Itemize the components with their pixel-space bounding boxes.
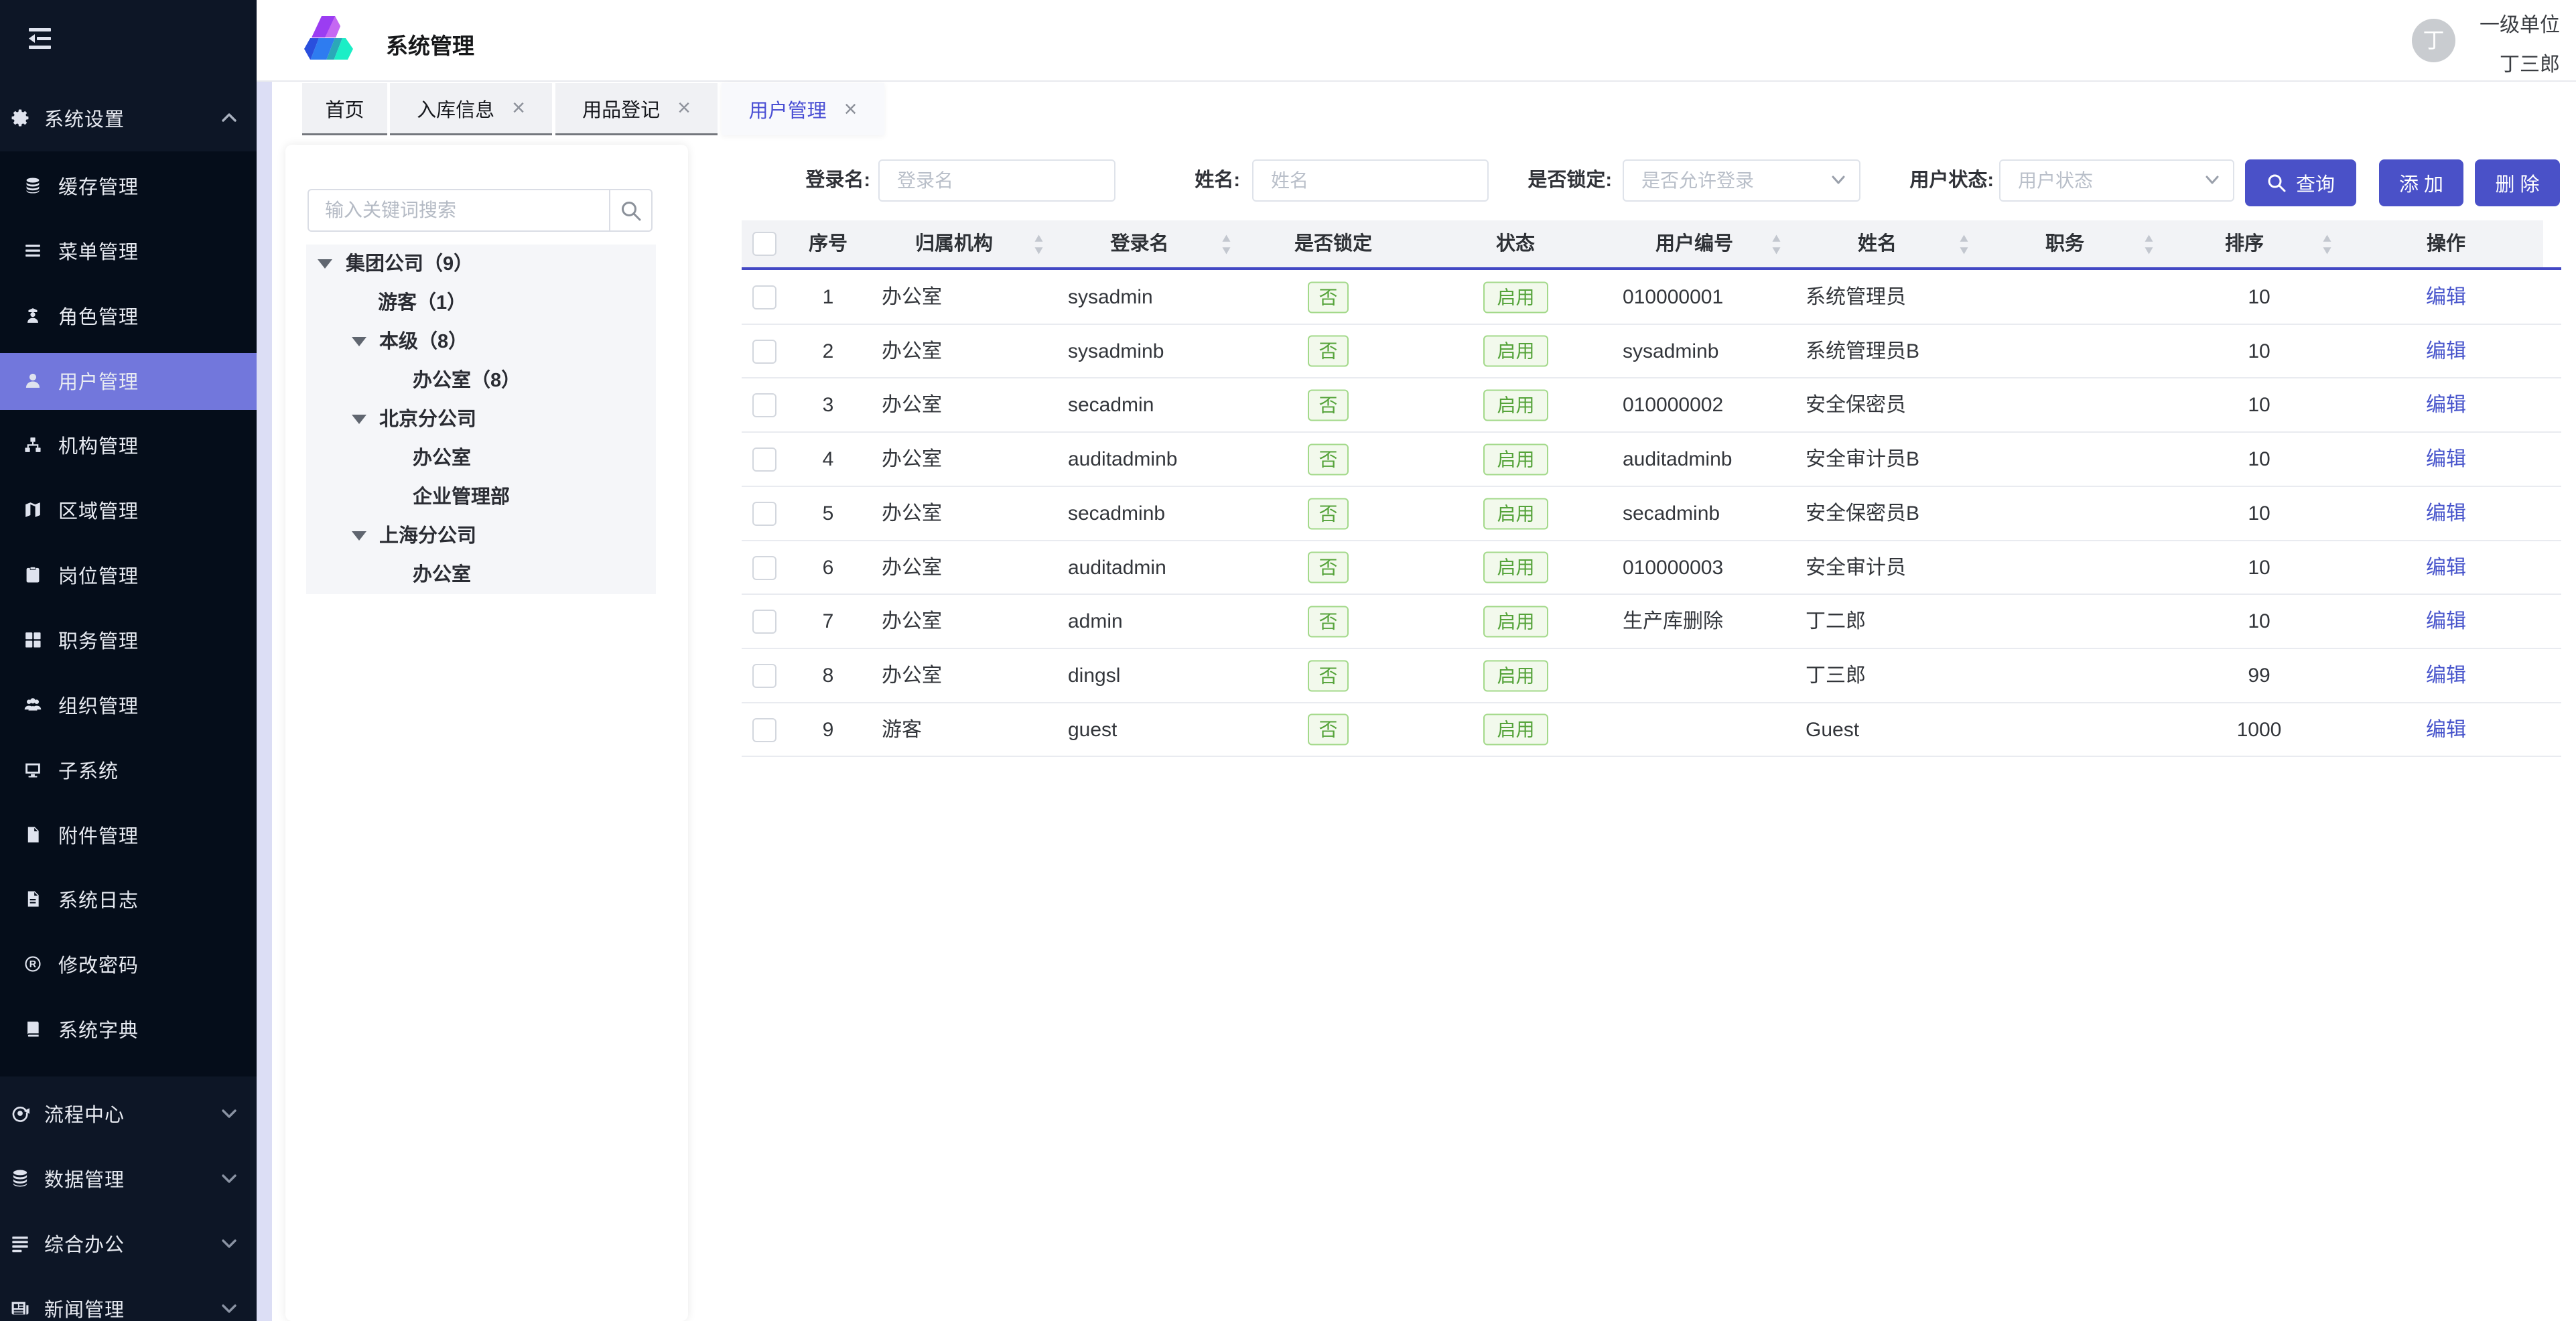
svg-text:R: R: [29, 959, 37, 970]
